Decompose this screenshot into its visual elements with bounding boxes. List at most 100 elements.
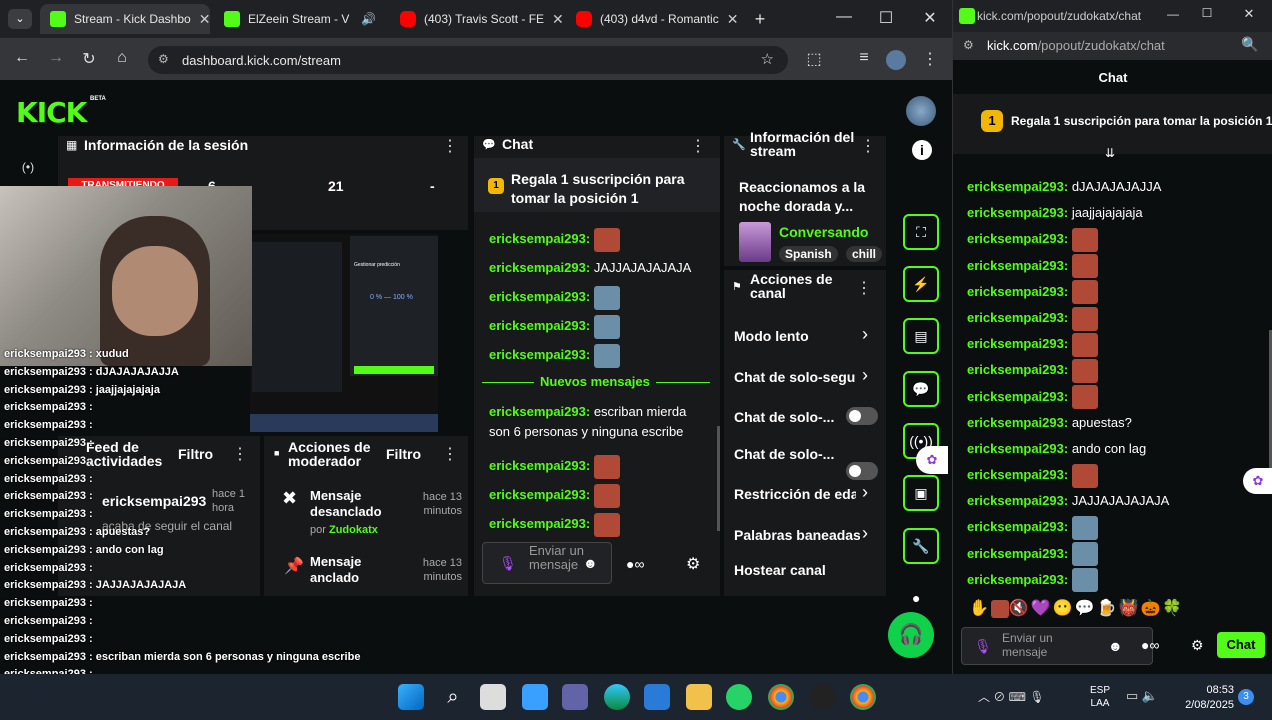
chat-username[interactable]: ericksempai293: [967, 231, 1068, 246]
chat-message[interactable]: ericksempai293: [967, 514, 1267, 540]
site-info-icon[interactable]: ⚙ [963, 38, 974, 52]
chat-message[interactable]: ericksempai293: dJAJAJAJAJJA [967, 174, 1267, 200]
chat-username[interactable]: ericksempai293: [489, 404, 590, 419]
close-tab-icon[interactable]: ✕ [384, 11, 386, 28]
chevron-right-icon[interactable]: › [862, 365, 868, 386]
zoom-icon[interactable]: 🔍 [1241, 36, 1258, 53]
channel-actions-menu-icon[interactable]: ⋮ [852, 278, 876, 298]
popout-settings-gear-icon[interactable]: ⚙ [1191, 637, 1204, 654]
close-tab-icon[interactable]: ✕ [727, 11, 739, 28]
chat-username[interactable]: ericksempai293: [489, 260, 590, 275]
chat-message[interactable]: ericksempai293: [967, 357, 1267, 383]
notes-button[interactable]: ▤ [903, 318, 939, 354]
user-avatar[interactable] [906, 96, 936, 126]
file-explorer-icon[interactable] [686, 684, 712, 710]
chat-message[interactable]: ericksempai293: [967, 253, 1267, 279]
close-tab-icon[interactable]: ✕ [552, 11, 562, 28]
category-thumbnail[interactable] [739, 222, 771, 262]
whatsapp-icon[interactable] [726, 684, 752, 710]
chat-message[interactable]: ericksempai293: JAJJAJAJAJAJA [489, 253, 715, 282]
bookmark-star-icon[interactable]: ☆ [761, 50, 774, 68]
emote-bar[interactable]: ✋ 🔇💜😶💬🍺👹🎃🍀 [969, 598, 1184, 618]
chat-username[interactable]: ericksempai293: [967, 441, 1068, 456]
expand-pinned-icon[interactable]: ⇊ [1105, 146, 1115, 160]
chat-toggle-button[interactable]: 💬 [903, 371, 939, 407]
chevron-right-icon[interactable]: › [862, 523, 868, 544]
subs-only-item[interactable]: Chat de solo-... [734, 409, 834, 425]
chat-message[interactable]: ericksempai293: [489, 282, 715, 311]
chevron-right-icon[interactable]: › [862, 324, 868, 345]
chat-input[interactable]: 🎙 Enviar un mensaje ☻ [482, 542, 612, 584]
chat-username[interactable]: ericksempai293: [967, 493, 1068, 508]
chat-message[interactable]: ericksempai293: [489, 480, 699, 509]
tab-search-icon[interactable]: ⌄ [8, 9, 32, 29]
chat-username[interactable]: ericksempai293: [967, 179, 1068, 194]
media-queue-icon[interactable]: ≡ [852, 49, 876, 67]
profile-avatar[interactable] [886, 50, 906, 70]
chat-message[interactable]: ericksempai293: [967, 305, 1267, 331]
store-icon[interactable] [644, 684, 670, 710]
tray-icons[interactable]: ︿ ⊘ ⌨ 🎙 [978, 688, 1045, 705]
chat-message[interactable]: ericksempai293: escriban mierda son 6 pe… [489, 402, 699, 451]
obs-icon[interactable] [810, 684, 836, 710]
emotes-only-toggle[interactable] [846, 462, 878, 480]
maximize-icon[interactable]: ☐ [874, 8, 898, 28]
popout-chat-input[interactable]: 🎙 Enviar un mensaje ☻ [961, 627, 1153, 665]
popout-address-bar[interactable]: ⚙ kick.com/popout/zudokatx/chat 🔍 [953, 32, 1272, 60]
chat-message[interactable]: ericksempai293: apuestas? [967, 410, 1267, 436]
chat-message[interactable]: ericksempai293: [489, 451, 699, 480]
layout-button[interactable]: ▣ [903, 475, 939, 511]
minimize-icon[interactable]: — [832, 8, 856, 26]
browser-menu-icon[interactable]: ⋮ [918, 49, 942, 69]
minimize-icon[interactable]: — [1161, 7, 1185, 21]
home-icon[interactable]: ⌂ [110, 49, 134, 67]
chat-message[interactable]: ericksempai293: [967, 462, 1267, 488]
points-icon[interactable]: ●∞ [1141, 637, 1159, 653]
mod-menu-icon[interactable]: ⋮ [438, 444, 462, 464]
new-tab-plus-icon[interactable]: + [748, 9, 772, 30]
close-tab-icon[interactable]: ✕ [199, 11, 210, 28]
chrome-profile-icon[interactable] [850, 684, 876, 710]
chat-message[interactable]: ericksempai293: [489, 311, 715, 340]
back-arrow-icon[interactable]: ← [10, 49, 34, 67]
tag-chill[interactable]: chill [846, 246, 883, 262]
task-view-icon[interactable] [480, 684, 506, 710]
close-window-icon[interactable]: ✕ [918, 8, 942, 28]
clock[interactable]: 08:53 2/08/2025 [1178, 683, 1234, 713]
chat-username[interactable]: ericksempai293: [967, 362, 1068, 377]
banned-words-item[interactable]: Palabras baneadas [734, 527, 860, 543]
brain-extension-icon[interactable]: ✿ [916, 446, 948, 474]
speaker-icon[interactable]: 🔊 [361, 12, 376, 26]
chat-username[interactable]: ericksempai293: [967, 415, 1068, 430]
extensions-icon[interactable]: ⬚ [802, 49, 826, 69]
emoji-icon[interactable]: ☻ [583, 555, 598, 571]
subs-only-toggle[interactable] [846, 407, 878, 425]
tab-d4vd[interactable]: (403) d4vd - Romantic ✕ [566, 4, 742, 34]
microphone-icon[interactable]: 🎙 [499, 555, 517, 572]
chat-message[interactable]: ericksempai293: [967, 541, 1267, 567]
chat-message[interactable]: ericksempai293: [967, 567, 1267, 593]
chat-pinned[interactable]: 1 Regala 1 suscripción para tomar la pos… [474, 158, 720, 212]
chat-username[interactable]: ericksempai293: [967, 546, 1068, 561]
chat-username[interactable]: ericksempai293: [489, 231, 590, 246]
info-icon[interactable]: i [912, 140, 932, 160]
emoji-icon[interactable]: ☻ [1108, 638, 1123, 654]
screenshot-button[interactable]: ⛶ [903, 214, 939, 250]
popout-send-button[interactable]: Chat [1217, 632, 1265, 658]
tab-elzeein-stream[interactable]: ElZeein Stream - V 🔊 ✕ [214, 4, 386, 34]
chat-message[interactable]: ericksempai293: [967, 331, 1267, 357]
chat-username[interactable]: ericksempai293: [489, 487, 590, 502]
chat-username[interactable]: ericksempai293: [967, 205, 1068, 220]
chat-username[interactable]: ericksempai293: [967, 389, 1068, 404]
notification-badge[interactable]: 3 [1238, 689, 1254, 705]
chat-message[interactable]: ericksempai293: [489, 340, 715, 369]
network-speaker-icons[interactable]: ▭ 🔈 [1126, 688, 1158, 704]
chevron-right-icon[interactable]: › [862, 482, 868, 503]
chat-username[interactable]: ericksempai293: [967, 284, 1068, 299]
chat-username[interactable]: ericksempai293: [967, 310, 1068, 325]
chat-message[interactable]: ericksempai293: [967, 279, 1267, 305]
forward-arrow-icon[interactable]: → [44, 49, 68, 67]
quick-actions-button[interactable]: ⚡ [903, 266, 939, 302]
chat-username[interactable]: ericksempai293: [967, 258, 1068, 273]
chat-message[interactable]: ericksempai293: jaajjajajajaja [967, 200, 1267, 226]
